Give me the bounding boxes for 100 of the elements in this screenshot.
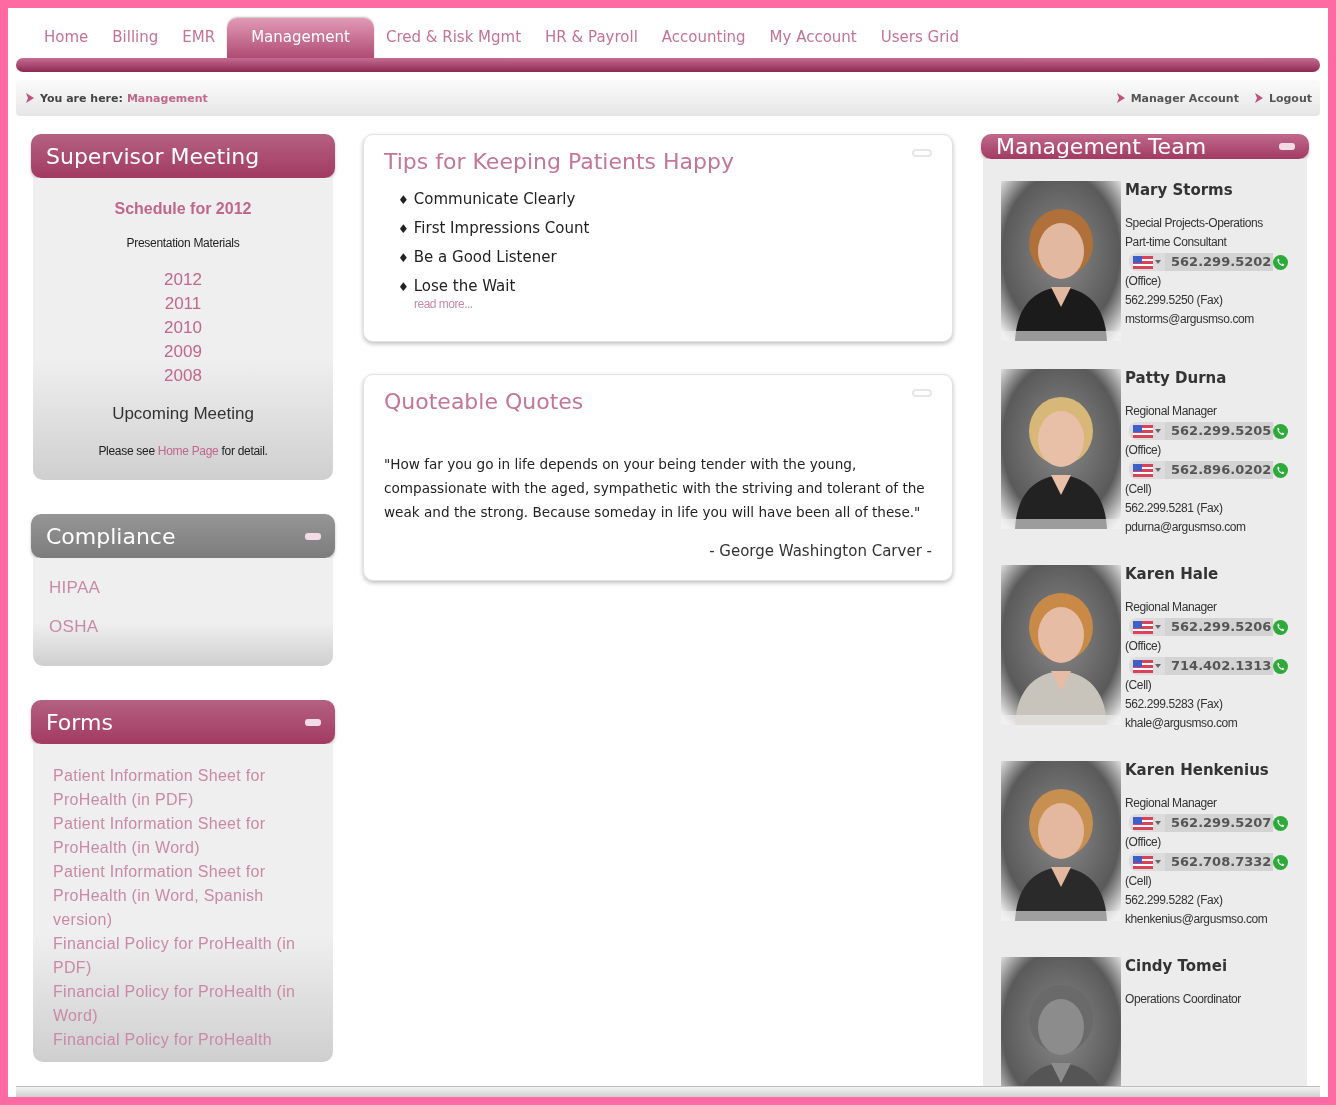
caret-icon[interactable] (1155, 664, 1161, 668)
nav-tab[interactable]: My Account (757, 28, 869, 58)
country-selector[interactable] (1129, 853, 1165, 871)
phone-icon[interactable] (1273, 658, 1289, 674)
flag-icon (1133, 463, 1153, 477)
member-name: Karen Hale (1125, 565, 1220, 584)
materials-label: Presentation Materials (126, 236, 240, 250)
tip-text: Be a Good Listener (413, 248, 557, 268)
nav-tab[interactable]: Billing (100, 28, 171, 58)
panel-title: Management Team (996, 134, 1207, 159)
member-role: Regional Manager (1125, 599, 1218, 616)
member-role: Regional Manager (1125, 795, 1218, 812)
collapse-button[interactable] (305, 532, 321, 540)
read-more-link[interactable]: read more... (414, 297, 932, 311)
flag-icon (1133, 424, 1153, 438)
year-link[interactable]: 2011 (164, 292, 202, 316)
bullet: ♦ (398, 250, 409, 267)
phone-icon[interactable] (1273, 423, 1289, 439)
member-role: Special Projects-Operations (1125, 215, 1264, 232)
phone-icon[interactable] (1273, 815, 1289, 831)
email-link[interactable]: mstorms@argusmso.com (1125, 310, 1289, 329)
phone-icon[interactable] (1273, 462, 1289, 478)
panel-title: Supervisor Meeting (46, 143, 260, 169)
phone-number: 562.896.0202 (1165, 461, 1274, 479)
nav-tab[interactable]: EMR (170, 28, 228, 58)
nav-tab[interactable]: Cred & Risk Mgmt (373, 28, 534, 58)
chevron-icon (24, 92, 36, 104)
panel-link[interactable]: Financial Policy for ProHealth (in Word) (53, 980, 298, 1028)
panel-link[interactable]: Financial Policy for ProHealth (in PDF) (53, 932, 298, 980)
email-link[interactable]: khenkenius@argusmso.com (1125, 910, 1289, 929)
schedule-title: Schedule for 2012 (114, 200, 252, 218)
nav-tab[interactable]: Accounting (649, 28, 758, 58)
year-link[interactable]: 2010 (164, 316, 202, 340)
country-selector[interactable] (1129, 253, 1165, 271)
bullet: ♦ (398, 221, 409, 238)
bullet: ♦ (398, 279, 409, 296)
phone-label: (Cell) (1125, 481, 1153, 498)
phone-icon[interactable] (1273, 254, 1289, 270)
upcoming-title: Upcoming Meeting (112, 404, 254, 424)
home-page-link[interactable]: Home Page (157, 444, 219, 458)
member-role: Regional Manager (1125, 403, 1218, 420)
email-link[interactable]: pdurna@argusmso.com (1125, 518, 1289, 537)
year-link[interactable]: 2008 (164, 364, 202, 388)
detail-text: Please see Home Page for detail. (98, 444, 268, 458)
year-link[interactable]: 2009 (164, 340, 202, 364)
country-selector[interactable] (1129, 618, 1165, 636)
breadcrumb-link[interactable]: Management (126, 91, 208, 105)
flag-icon (1133, 816, 1153, 830)
nav-tab[interactable]: Users Grid (868, 28, 971, 58)
phone-number: 562.299.5206 (1165, 618, 1274, 636)
phone-icon[interactable] (1273, 619, 1289, 635)
tip-text: First Impressions Count (413, 219, 590, 239)
phone-number: 714.402.1313 (1165, 657, 1274, 675)
member-name: Mary Storms (1125, 181, 1234, 200)
member-name: Patty Durna (1125, 369, 1228, 388)
phone-icon[interactable] (1273, 854, 1289, 870)
member-role: Operations Coordinator (1125, 991, 1241, 1008)
account-link[interactable]: Logout (1268, 91, 1312, 105)
country-selector[interactable] (1129, 814, 1165, 832)
flag-icon (1133, 255, 1153, 269)
breadcrumb-label: You are here: (40, 91, 123, 105)
caret-icon[interactable] (1155, 468, 1161, 472)
year-link[interactable]: 2012 (164, 268, 202, 292)
nav-tab[interactable]: HR & Payroll (533, 28, 650, 58)
fax-number: 562.299.5283 (Fax) (1125, 696, 1224, 713)
quote-text: "How far you go in life depends on your being tender with the young, compassionate with the aged, sympathetic with the striving and tolerant of the weak and the strong. Because someday in life you will have been all of these." (384, 455, 926, 522)
email-link[interactable]: khale@argusmso.com (1125, 714, 1289, 733)
nav-tab[interactable]: Management (227, 18, 374, 58)
panel-link[interactable]: Patient Information Sheet for ProHealth (in Word) (53, 812, 298, 860)
phone-number: 562.299.5207 (1165, 814, 1274, 832)
country-selector[interactable] (1129, 461, 1165, 479)
card-title: Tips for Keeping Patients Happy (384, 149, 734, 174)
collapse-button[interactable] (305, 718, 321, 726)
flag-icon (1133, 620, 1153, 634)
fax-number: 562.299.5281 (Fax) (1125, 500, 1224, 517)
caret-icon[interactable] (1155, 860, 1161, 864)
caret-icon[interactable] (1155, 429, 1161, 433)
caret-icon[interactable] (1155, 821, 1161, 825)
panel-title: Forms (46, 709, 113, 735)
tip-text: Communicate Clearly (413, 190, 576, 210)
nav-tab[interactable]: Home (32, 28, 101, 58)
phone-label: (Office) (1125, 834, 1162, 851)
chevron-icon (1114, 92, 1127, 104)
caret-icon[interactable] (1155, 260, 1161, 264)
account-link[interactable]: Manager Account (1130, 91, 1239, 105)
panel-link[interactable]: HIPAA (49, 568, 101, 607)
phone-label: (Office) (1125, 638, 1162, 655)
country-selector[interactable] (1129, 657, 1165, 675)
collapse-button[interactable] (1279, 143, 1295, 150)
caret-icon[interactable] (1155, 625, 1161, 629)
member-role: Part-time Consultant (1125, 234, 1228, 251)
panel-link[interactable]: Patient Information Sheet for ProHealth (in Word, Spanish version) (53, 860, 298, 932)
panel-link[interactable]: Financial Policy for ProHealth (53, 1028, 272, 1052)
panel-link[interactable]: OSHA (49, 607, 99, 646)
panel-link[interactable]: Patient Information Sheet for ProHealth (in PDF) (53, 764, 298, 812)
member-name: Karen Henkenius (1125, 761, 1270, 780)
country-selector[interactable] (1129, 422, 1165, 440)
horizontal-scrollbar[interactable] (16, 1086, 1320, 1097)
phone-number: 562.708.7332 (1165, 853, 1274, 871)
quote-author: - George Washington Carver - (709, 542, 932, 560)
